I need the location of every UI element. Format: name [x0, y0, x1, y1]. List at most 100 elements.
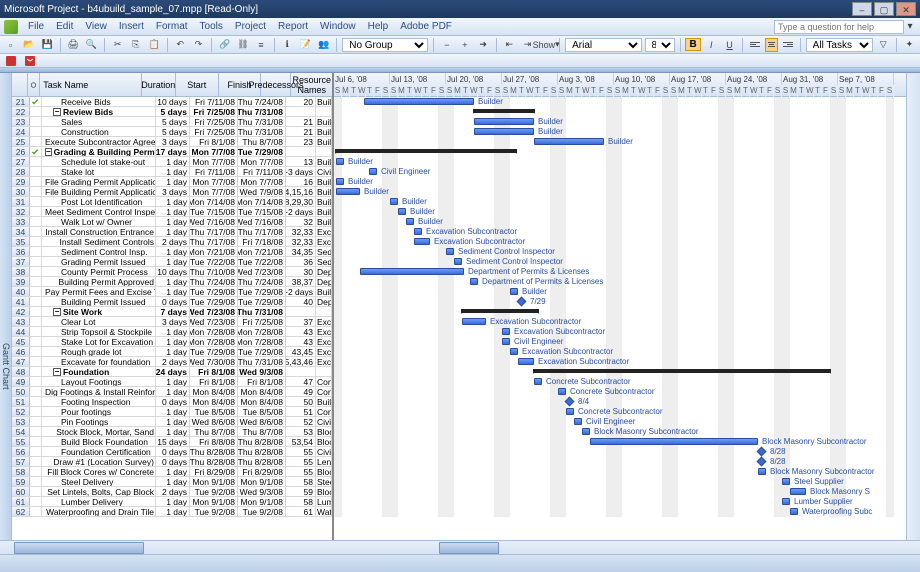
menu-tools[interactable]: Tools — [194, 21, 229, 32]
table-row[interactable]: 25 Execute Subcontractor Agreeme 3 days … — [12, 137, 332, 147]
task-bar[interactable] — [336, 178, 344, 185]
summary-bar[interactable] — [534, 369, 830, 373]
outline-toggle[interactable]: − — [53, 308, 61, 316]
table-row[interactable]: 27 Schedule lot stake-out 1 day Mon 7/7/… — [12, 157, 332, 167]
col-start[interactable]: Start — [176, 73, 219, 96]
table-row[interactable]: 62 Waterproofing and Drain Tile 1 day Tu… — [12, 507, 332, 517]
task-bar[interactable] — [474, 128, 534, 135]
table-row[interactable]: 40 Pay Permit Fees and Excise Taxe 1 day… — [12, 287, 332, 297]
align-left-button[interactable] — [748, 38, 762, 52]
align-right-button[interactable] — [781, 38, 795, 52]
col-taskname[interactable]: Task Name — [40, 73, 142, 96]
task-bar[interactable] — [390, 198, 398, 205]
task-bar[interactable] — [534, 138, 604, 145]
open-icon[interactable]: 📂 — [21, 37, 36, 53]
table-row[interactable]: 22 −Review Bids 5 days Fri 7/25/08 Thu 7… — [12, 107, 332, 117]
align-center-button[interactable] — [765, 38, 779, 52]
outline-toggle[interactable]: − — [53, 368, 61, 376]
fontsize-select[interactable]: 8 — [645, 38, 675, 52]
table-row[interactable]: 53 Pin Footings 1 day Wed 8/6/08 Wed 8/6… — [12, 417, 332, 427]
task-bar[interactable] — [336, 158, 344, 165]
assign-icon[interactable]: 👥 — [316, 37, 331, 53]
new-icon[interactable]: ▫ — [3, 37, 18, 53]
summary-bar[interactable] — [474, 109, 534, 113]
table-row[interactable]: 23 Sales 5 days Fri 7/25/08 Thu 7/31/08 … — [12, 117, 332, 127]
table-row[interactable]: 45 Stake Lot for Excavation 1 day Mon 7/… — [12, 337, 332, 347]
table-row[interactable]: 57 Draw #1 (Location Survey) 0 days Thu … — [12, 457, 332, 467]
menu-project[interactable]: Project — [229, 21, 272, 32]
task-bar[interactable] — [510, 348, 518, 355]
task-bar[interactable] — [462, 318, 486, 325]
task-bar[interactable] — [518, 358, 534, 365]
zoom-in-icon[interactable]: + — [457, 37, 472, 53]
table-row[interactable]: 59 Steel Delivery 1 day Mon 9/1/08 Mon 9… — [12, 477, 332, 487]
table-row[interactable]: 50 Dig Footings & Install Reinforcing 1 … — [12, 387, 332, 397]
font-select[interactable]: Arial — [565, 38, 641, 52]
bold-button[interactable]: B — [685, 38, 700, 51]
col-pred[interactable]: Predecessors — [261, 73, 291, 96]
table-row[interactable]: 29 File Grading Permit Application 1 day… — [12, 177, 332, 187]
autofilter-icon[interactable]: ▽ — [876, 37, 891, 53]
table-row[interactable]: 51 Footing Inspection 0 days Mon 8/4/08 … — [12, 397, 332, 407]
milestone[interactable] — [565, 397, 575, 407]
gantt-timescale[interactable]: Jul 6, '08Jul 13, '08Jul 20, '08Jul 27, … — [334, 73, 906, 97]
task-bar[interactable] — [369, 168, 377, 175]
unlink-icon[interactable]: ⛓ — [235, 37, 250, 53]
table-row[interactable]: 46 Rough grade lot 1 day Tue 7/29/08 Tue… — [12, 347, 332, 357]
task-bar[interactable] — [454, 258, 462, 265]
menu-adobe-pdf[interactable]: Adobe PDF — [394, 21, 458, 32]
italic-button[interactable]: I — [704, 37, 719, 53]
table-row[interactable]: 44 Strip Topsoil & Stockpile 1 day Mon 7… — [12, 327, 332, 337]
menu-format[interactable]: Format — [150, 21, 194, 32]
print-icon[interactable]: 🖨 — [66, 37, 81, 53]
close-button[interactable]: ✕ — [896, 2, 916, 16]
menu-window[interactable]: Window — [314, 21, 362, 32]
preview-icon[interactable]: 🔍 — [84, 37, 99, 53]
menu-report[interactable]: Report — [272, 21, 314, 32]
table-row[interactable]: 60 Set Lintels, Bolts, Cap Block 2 days … — [12, 487, 332, 497]
redo-icon[interactable]: ↷ — [191, 37, 206, 53]
task-bar[interactable] — [558, 388, 566, 395]
minimize-button[interactable]: – — [852, 2, 872, 16]
task-bar[interactable] — [474, 118, 534, 125]
goto-icon[interactable]: ➜ — [476, 37, 491, 53]
cut-icon[interactable]: ✂ — [110, 37, 125, 53]
table-row[interactable]: 33 Walk Lot w/ Owner 1 day Wed 7/16/08 W… — [12, 217, 332, 227]
task-bar[interactable] — [406, 218, 414, 225]
table-row[interactable]: 36 Sediment Control Insp. 1 day Mon 7/21… — [12, 247, 332, 257]
view-tab-gantt[interactable]: Gantt Chart — [0, 73, 12, 540]
copy-icon[interactable]: ⎘ — [128, 37, 143, 53]
table-row[interactable]: 34 Install Construction Entrance 1 day T… — [12, 227, 332, 237]
save-icon[interactable]: 💾 — [39, 37, 54, 53]
underline-button[interactable]: U — [722, 37, 737, 53]
maximize-button[interactable]: ▢ — [874, 2, 894, 16]
task-bar[interactable] — [790, 488, 806, 495]
table-row[interactable]: 30 File Building Permit Application 3 da… — [12, 187, 332, 197]
task-bar[interactable] — [534, 378, 542, 385]
help-dropdown-icon[interactable]: ▾ — [904, 21, 916, 32]
table-row[interactable]: 43 Clear Lot 3 days Wed 7/23/08 Fri 7/25… — [12, 317, 332, 327]
table-row[interactable]: 35 Install Sediment Controls 2 days Thu … — [12, 237, 332, 247]
table-row[interactable]: 41 Building Permit Issued 0 days Tue 7/2… — [12, 297, 332, 307]
table-row[interactable]: 26 −Grading & Building Permits 17 days M… — [12, 147, 332, 157]
table-row[interactable]: 61 Lumber Delivery 1 day Mon 9/1/08 Mon … — [12, 497, 332, 507]
task-bar[interactable] — [582, 428, 590, 435]
task-bar[interactable] — [398, 208, 406, 215]
col-id[interactable] — [12, 73, 28, 96]
table-row[interactable]: 55 Build Block Foundation 15 days Fri 8/… — [12, 437, 332, 447]
col-indicator[interactable] — [28, 73, 40, 96]
task-bar[interactable] — [510, 288, 518, 295]
summary-bar[interactable] — [336, 149, 516, 153]
task-bar[interactable] — [782, 478, 790, 485]
horizontal-scrollbar[interactable] — [0, 540, 920, 554]
task-bar[interactable] — [360, 268, 464, 275]
note-icon[interactable]: 📝 — [298, 37, 313, 53]
menu-edit[interactable]: Edit — [50, 21, 79, 32]
task-bar[interactable] — [782, 498, 790, 505]
table-row[interactable]: 21 Receive Bids 10 days Fri 7/11/08 Thu … — [12, 97, 332, 107]
table-row[interactable]: 58 Fill Block Cores w/ Concrete 1 day Fr… — [12, 467, 332, 477]
task-bar[interactable] — [336, 188, 360, 195]
col-res[interactable]: Resource Names — [291, 73, 332, 96]
table-row[interactable]: 56 Foundation Certification 0 days Thu 8… — [12, 447, 332, 457]
menu-help[interactable]: Help — [362, 21, 395, 32]
